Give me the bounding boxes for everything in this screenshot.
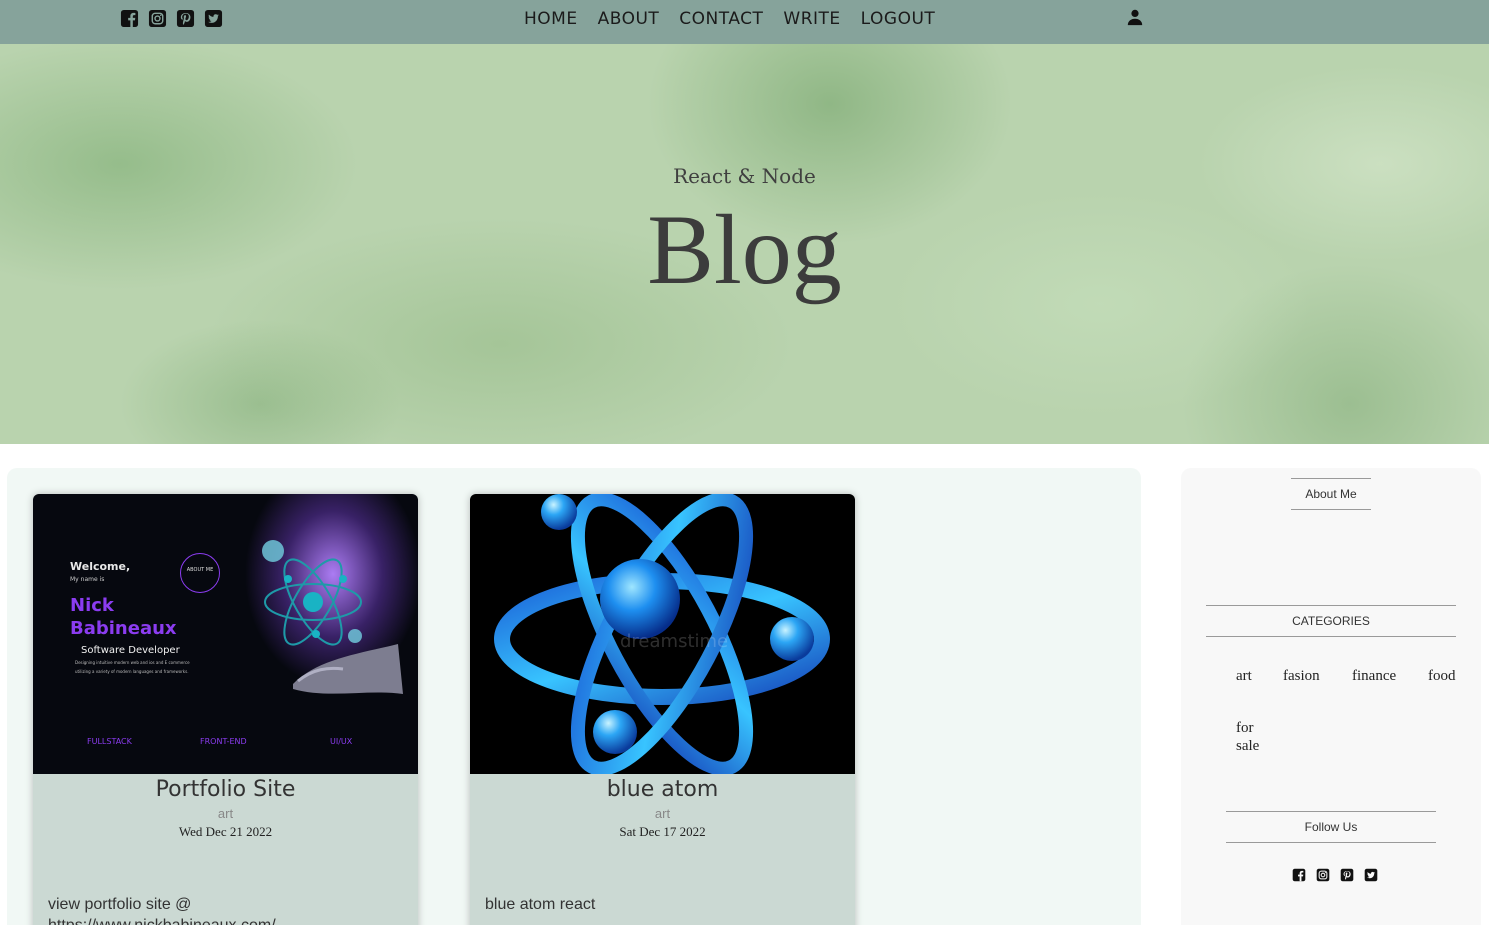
top-bar: HOME ABOUT CONTACT WRITE LOGOUT <box>0 0 1489 44</box>
pf-role: Software Developer <box>81 645 180 656</box>
post-date: Sat Dec 17 2022 <box>619 824 706 839</box>
user-icon[interactable] <box>1126 8 1144 26</box>
blue-atom-image: dreamstime <box>470 494 855 774</box>
main-nav: HOME ABOUT CONTACT WRITE LOGOUT <box>524 9 955 29</box>
follow-us-title: Follow Us <box>1226 811 1436 843</box>
pinterest-icon[interactable] <box>1340 868 1354 882</box>
watermark-text: dreamstime <box>620 631 728 652</box>
pf-tag-uiux: UI/UX <box>330 737 353 746</box>
pf-tag-frontend: FRONT-END <box>200 737 247 746</box>
nav-logout[interactable]: LOGOUT <box>861 9 936 29</box>
nav-home[interactable]: HOME <box>524 9 578 29</box>
twitter-icon[interactable] <box>204 9 223 28</box>
pf-blurb-2: utilizing a variety of modern languages … <box>75 669 189 674</box>
sidebar-social-icons <box>1292 868 1378 882</box>
post-title[interactable]: Portfolio Site <box>33 777 418 802</box>
hero-title: Blog <box>647 194 842 305</box>
category-food[interactable]: food <box>1428 667 1456 685</box>
post-date: Wed Dec 21 2022 <box>178 824 273 839</box>
top-social-icons <box>120 9 223 28</box>
post-description: view portfolio site @ https://www.nickba… <box>48 896 276 925</box>
categories-title: CATEGORIES <box>1206 605 1456 637</box>
post-description: blue atom react <box>485 896 596 913</box>
post-image-portfolio[interactable]: Welcome, My name is Nick Babineaux Softw… <box>33 494 418 774</box>
post-card[interactable]: Welcome, My name is Nick Babineaux Softw… <box>33 494 418 925</box>
instagram-icon[interactable] <box>1316 868 1330 882</box>
post-category: art <box>217 806 234 821</box>
category-for-sale[interactable]: for sale <box>1236 719 1270 755</box>
category-art[interactable]: art <box>1236 667 1252 685</box>
post-card[interactable]: dreamstime blue atom art Sat Dec 17 2022… <box>470 494 855 925</box>
nav-contact[interactable]: CONTACT <box>679 9 763 29</box>
pf-atom-illustration <box>262 540 403 694</box>
instagram-icon[interactable] <box>148 9 167 28</box>
hero-subtitle: React & Node <box>673 164 816 188</box>
portfolio-screenshot: Welcome, My name is Nick Babineaux Softw… <box>33 494 418 774</box>
sidebar: About Me CATEGORIES art fasion finance f… <box>1181 468 1481 925</box>
pinterest-icon[interactable] <box>176 9 195 28</box>
facebook-icon[interactable] <box>1292 868 1306 882</box>
about-me-title: About Me <box>1291 478 1371 510</box>
pf-my-name-is: My name is <box>70 576 105 583</box>
nav-write[interactable]: WRITE <box>783 9 840 29</box>
post-image-blue-atom[interactable]: dreamstime <box>470 494 855 774</box>
pf-tag-fullstack: FULLSTACK <box>87 737 132 746</box>
nav-about[interactable]: ABOUT <box>598 9 660 29</box>
twitter-icon[interactable] <box>1364 868 1378 882</box>
pf-about-button: ABOUT ME <box>180 553 220 593</box>
pf-name-line1: Nick <box>70 595 114 616</box>
pf-name-line2: Babineaux <box>70 618 177 639</box>
post-title[interactable]: blue atom <box>470 777 855 802</box>
category-fasion[interactable]: fasion <box>1283 667 1320 685</box>
pf-blurb-1: Designing intuitive modern web and ios a… <box>75 660 190 665</box>
post-category: art <box>654 806 671 821</box>
blue-atom-illustration: dreamstime <box>494 494 830 774</box>
pf-welcome: Welcome, <box>70 560 131 573</box>
category-finance[interactable]: finance <box>1352 667 1396 685</box>
hero-banner: React & Node Blog <box>0 44 1489 444</box>
facebook-icon[interactable] <box>120 9 139 28</box>
posts-container: Welcome, My name is Nick Babineaux Softw… <box>7 468 1141 925</box>
